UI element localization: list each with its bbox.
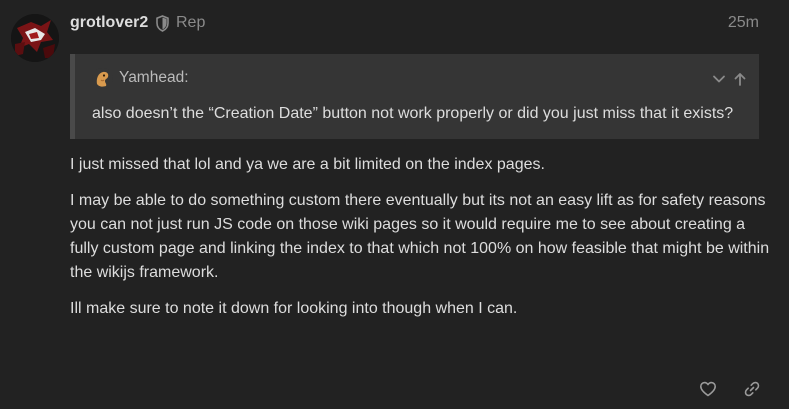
quote-author: Yamhead: xyxy=(119,69,189,86)
quote-block: Yamhead: also doesn’t the “Creation Date… xyxy=(70,54,759,139)
chevron-down-icon[interactable] xyxy=(711,71,727,87)
user-role: Rep xyxy=(176,14,206,31)
post-paragraph: Ill make sure to note it down for lookin… xyxy=(70,300,518,317)
link-icon xyxy=(744,381,760,397)
like-button[interactable] xyxy=(695,376,721,402)
shield-icon xyxy=(156,15,169,32)
post-paragraph: I just missed that lol and ya we are a b… xyxy=(70,156,545,173)
user-avatar[interactable] xyxy=(11,14,59,62)
username[interactable]: grotlover2 xyxy=(70,14,148,32)
post-body: I just missed that lol and ya we are a b… xyxy=(70,153,770,333)
arrow-up-icon[interactable] xyxy=(732,71,748,87)
post-timestamp[interactable]: 25m xyxy=(728,14,759,32)
heart-icon xyxy=(700,381,716,397)
quote-text: also doesn’t the “Creation Date” button … xyxy=(92,105,734,122)
post-paragraph: I may be able to do something custom the… xyxy=(70,192,770,281)
share-button[interactable] xyxy=(739,376,765,402)
quote-author-avatar xyxy=(92,68,113,89)
